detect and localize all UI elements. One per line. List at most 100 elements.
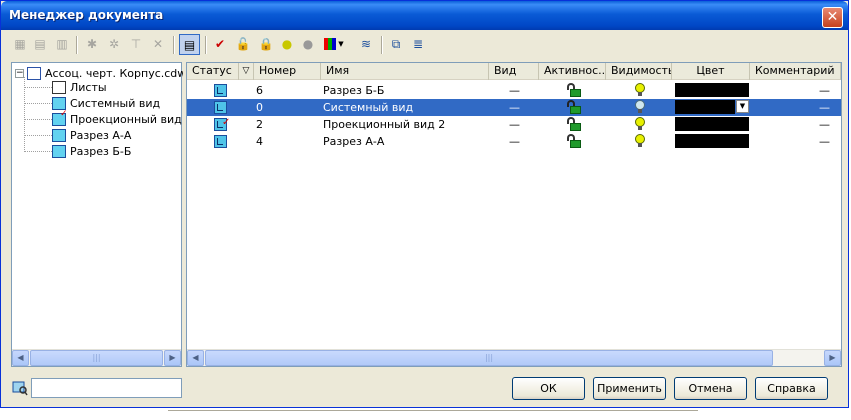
- view-props-icon[interactable]: ≣: [409, 35, 427, 53]
- table-header: Статус ▽ Номер Имя Вид Активнос... Видим…: [187, 63, 841, 80]
- unlocked-icon[interactable]: [567, 100, 581, 114]
- lock-icon[interactable]: 🔒: [257, 35, 275, 53]
- column-header-label: Активнос...: [544, 64, 606, 77]
- column-header-label: Статус: [192, 64, 232, 77]
- layer-props-icon[interactable]: ✲: [105, 35, 123, 53]
- view-status-icon: [214, 101, 227, 114]
- tree-connector: [24, 135, 52, 136]
- add-sheet-icon[interactable]: ▦: [11, 35, 29, 53]
- unlocked-icon[interactable]: [567, 83, 581, 97]
- unlocked-icon[interactable]: [567, 134, 581, 148]
- scroll-thumb[interactable]: |||: [30, 350, 163, 366]
- help-button[interactable]: Справка: [755, 377, 828, 400]
- column-header-visible[interactable]: Видимость: [606, 63, 672, 80]
- tree-item-projection-view[interactable]: ✓ Проекционный вид 2: [52, 109, 193, 127]
- scroll-right-button[interactable]: ▶: [824, 350, 841, 366]
- table-row[interactable]: 4 Разрез А-А — —: [187, 133, 841, 150]
- column-header-label: Номер: [259, 64, 297, 77]
- new-layer-icon[interactable]: ✱: [83, 35, 101, 53]
- column-header-comment[interactable]: Комментарий: [750, 63, 841, 80]
- column-header-active[interactable]: Активнос...: [539, 63, 606, 80]
- column-header-label: Вид: [494, 64, 517, 77]
- color-swatch[interactable]: [675, 134, 749, 148]
- visible-bulb-icon[interactable]: [635, 83, 645, 97]
- row-view: —: [509, 84, 520, 97]
- cancel-button[interactable]: Отмена: [674, 377, 747, 400]
- tree-item-label: Разрез Б-Б: [70, 144, 132, 158]
- column-header-label: Имя: [326, 64, 350, 77]
- column-header-status[interactable]: Статус: [187, 63, 239, 80]
- table-row-selected[interactable]: 0 Системный вид — ▼ —: [187, 99, 841, 116]
- column-header-view[interactable]: Вид: [489, 63, 539, 80]
- tree-item-sheets[interactable]: Листы: [52, 79, 107, 95]
- row-comment: —: [819, 101, 830, 114]
- sheet-format-icon[interactable]: ▤: [31, 35, 49, 53]
- color-swatch[interactable]: [675, 117, 749, 131]
- close-button[interactable]: ✕: [822, 7, 843, 28]
- table-row[interactable]: 6 Разрез Б-Б — —: [187, 82, 841, 99]
- column-header-name[interactable]: Имя: [321, 63, 489, 80]
- tree-item-label: Разрез А-А: [70, 128, 132, 142]
- row-comment: —: [819, 135, 830, 148]
- filter-column-icon[interactable]: ▽: [239, 63, 254, 80]
- scroll-left-button[interactable]: ◀: [187, 350, 204, 366]
- column-header-number[interactable]: Номер: [254, 63, 321, 80]
- collapse-icon[interactable]: −: [15, 68, 24, 78]
- row-comment: —: [819, 84, 830, 97]
- hidden-bulb-icon[interactable]: [635, 100, 645, 114]
- unlock-icon[interactable]: 🔓: [234, 35, 252, 53]
- row-name: Проекционный вид 2: [323, 118, 446, 131]
- color-icon[interactable]: ▼: [321, 35, 347, 53]
- search-view-icon[interactable]: [12, 380, 28, 396]
- tree-horizontal-scrollbar[interactable]: ◀ ||| ▶: [12, 349, 181, 366]
- document-manager-window: Менеджер документа ✕ ▦ ▤ ▥ ✱ ✲ ⊤ ✕ ▤ ✔ 🔓…: [0, 0, 849, 408]
- tree-item-section-aa[interactable]: Разрез А-А: [52, 127, 131, 143]
- delete-icon[interactable]: ✕: [149, 35, 167, 53]
- filter-icon[interactable]: ⊤: [127, 35, 145, 53]
- toolbar-separator: [173, 36, 175, 54]
- view-mode-icon[interactable]: ▤: [179, 34, 200, 55]
- scroll-right-button[interactable]: ▶: [164, 350, 181, 366]
- layer-settings-icon[interactable]: ≋: [357, 35, 375, 53]
- row-view: —: [509, 118, 520, 131]
- scroll-left-button[interactable]: ◀: [12, 350, 29, 366]
- hide-icon[interactable]: ●: [299, 35, 317, 53]
- scroll-thumb[interactable]: |||: [205, 350, 773, 366]
- apply-button[interactable]: Применить: [593, 377, 666, 400]
- column-header-label: Видимость: [611, 64, 672, 77]
- view-status-icon: ✓: [214, 117, 230, 131]
- tree-item-system-view[interactable]: Системный вид: [52, 95, 160, 111]
- row-number: 2: [256, 118, 263, 131]
- ok-button[interactable]: ОК: [512, 377, 585, 400]
- sheets-icon: [52, 80, 66, 94]
- row-name: Системный вид: [323, 101, 414, 114]
- tree-item-section-bb[interactable]: Разрез Б-Б: [52, 143, 131, 159]
- view-status-icon: [214, 135, 227, 148]
- visible-bulb-icon[interactable]: [635, 134, 645, 148]
- tree-item-label: Листы: [70, 80, 107, 94]
- column-header-color[interactable]: Цвет: [672, 63, 750, 80]
- view-add-icon[interactable]: ⧉: [387, 35, 405, 53]
- window-title: Менеджер документа: [9, 8, 164, 22]
- toolbar-separator: [76, 36, 78, 54]
- search-input[interactable]: [31, 378, 182, 398]
- view-icon: ✓: [52, 109, 68, 126]
- color-dropdown-button[interactable]: ▼: [736, 100, 749, 113]
- unlocked-icon[interactable]: [567, 117, 581, 131]
- tree-item-label: Проекционный вид 2: [70, 112, 193, 126]
- table-row[interactable]: ✓ 2 Проекционный вид 2 — —: [187, 116, 841, 133]
- color-swatch[interactable]: [675, 83, 749, 97]
- row-comment: —: [819, 118, 830, 131]
- tree-connector: [24, 119, 52, 120]
- views-table: Статус ▽ Номер Имя Вид Активнос... Видим…: [186, 62, 842, 367]
- row-number: 4: [256, 135, 263, 148]
- title-bar[interactable]: Менеджер документа ✕: [1, 1, 848, 30]
- color-swatch[interactable]: [675, 100, 735, 114]
- sheet-properties-icon[interactable]: ▥: [53, 35, 71, 53]
- row-number: 0: [256, 101, 263, 114]
- visible-bulb-icon[interactable]: [635, 117, 645, 131]
- check-status-icon[interactable]: ✔: [211, 35, 229, 53]
- show-icon[interactable]: ●: [278, 35, 296, 53]
- view-icon: [52, 128, 66, 142]
- table-horizontal-scrollbar[interactable]: ◀ ||| ▶: [187, 349, 841, 366]
